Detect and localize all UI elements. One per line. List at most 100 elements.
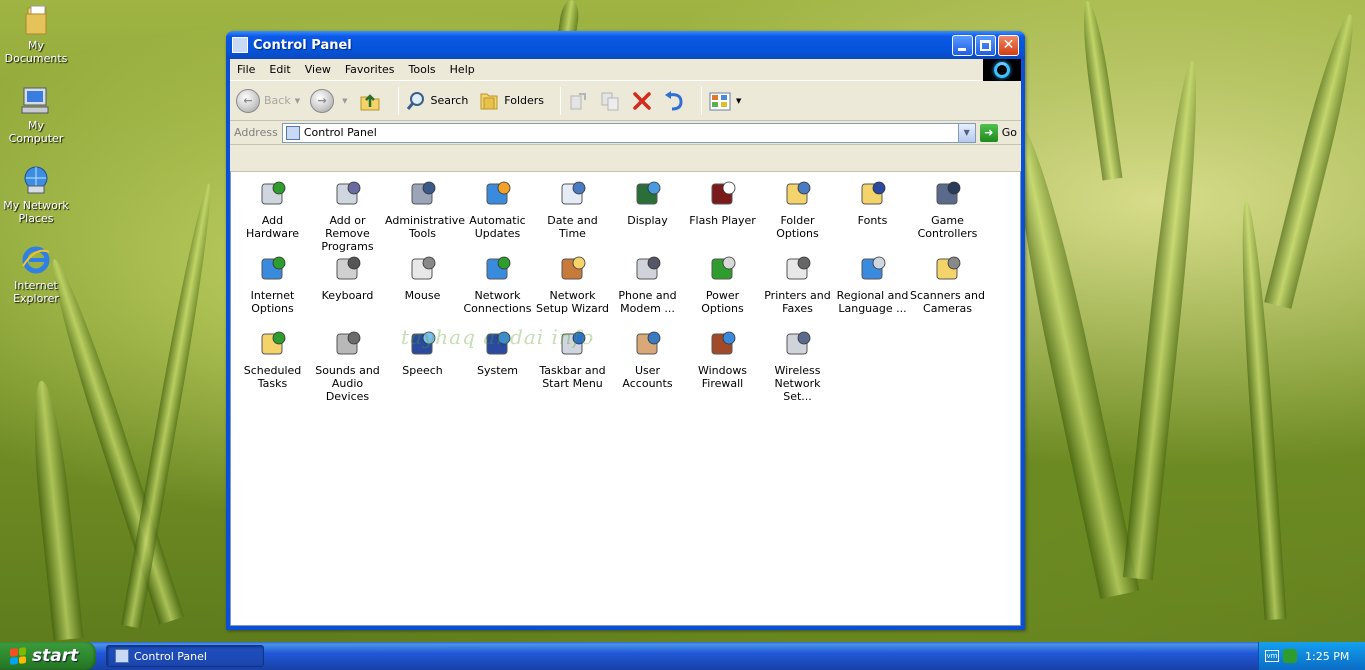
control-panel-item[interactable]: Scanners and Cameras [910,253,985,328]
up-folder-button[interactable] [358,89,382,113]
administrative-tools-icon [407,178,439,210]
menu-view[interactable]: View [298,63,338,76]
menu-file[interactable]: File [230,63,262,76]
delete-icon [633,91,651,110]
control-panel-item[interactable]: Display [610,178,685,253]
control-panel-item[interactable]: Fonts [835,178,910,253]
title-bar[interactable]: Control Panel ✕ [226,31,1025,59]
control-panel-item[interactable]: Automatic Updates [460,178,535,253]
scheduled-tasks-icon [257,328,289,360]
minimize-icon [958,47,966,51]
control-panel-item[interactable]: Windows Firewall [685,328,760,403]
control-panel-item[interactable]: Power Options [685,253,760,328]
close-icon: ✕ [1002,37,1015,53]
control-panel-item[interactable]: Folder Options [760,178,835,253]
taskbar-button-control-panel[interactable]: Control Panel [106,645,264,667]
internet-explorer-icon [20,244,52,276]
desktop-icon-my-network-places[interactable]: My Network Places [0,164,72,225]
control-panel-item[interactable]: Add or Remove Programs [310,178,385,253]
control-panel-item[interactable]: Game Controllers [910,178,985,253]
control-panel-item[interactable]: Mouse [385,253,460,328]
forward-dropdown-icon[interactable]: ▼ [342,97,347,105]
control-panel-item[interactable]: Network Setup Wizard [535,253,610,328]
views-button[interactable]: ▼ [708,90,741,112]
control-panel-item[interactable]: User Accounts [610,328,685,403]
maximize-button[interactable] [975,34,996,56]
control-panel-window[interactable]: Control Panel ✕ File Edit View Favorites… [226,31,1025,630]
fonts-icon [857,178,889,210]
forward-arrow-icon: → [310,88,335,113]
clock[interactable]: 1:25 PM [1305,650,1349,663]
vm-tools-icon[interactable]: vm [1265,650,1279,662]
go-button[interactable]: ➜ Go [979,123,1017,142]
menu-help[interactable]: Help [443,63,482,76]
control-panel-item[interactable]: Keyboard [310,253,385,328]
back-button[interactable]: ← Back ▼ [236,88,300,113]
close-button[interactable]: ✕ [998,34,1019,56]
control-panel-item-label: Administrative Tools [385,214,466,240]
control-panel-item-label: Add Hardware [245,214,300,240]
control-panel-item[interactable]: Phone and Modem ... [610,253,685,328]
automatic-updates-icon [482,178,514,210]
folders-button[interactable]: Folders [478,90,544,112]
control-panel-item[interactable]: Administrative Tools [385,178,466,253]
delete-button[interactable] [631,90,653,112]
address-dropdown-icon[interactable]: ▼ [957,123,975,142]
folders-icon [480,93,498,109]
control-panel-item[interactable]: Wireless Network Set... [760,328,835,403]
system-tray: vm 1:25 PM [1258,642,1365,670]
control-panel-icon [232,37,248,53]
toolbar-separator [397,86,399,115]
control-panel-item[interactable]: Sounds and Audio Devices [310,328,385,403]
regional-language-icon [857,253,889,285]
add-hardware-icon [257,178,289,210]
my-documents-icon [20,4,52,36]
control-panel-item[interactable]: Scheduled Tasks [235,328,310,403]
control-panel-item-label: Add or Remove Programs [321,214,374,253]
minimize-button[interactable] [952,34,973,56]
control-panel-item-label: Display [627,214,668,227]
menu-tools[interactable]: Tools [402,63,443,76]
control-panel-item-label: Automatic Updates [469,214,526,240]
address-value: Control Panel [303,126,377,139]
printers-faxes-icon [782,253,814,285]
control-panel-item[interactable]: Add Hardware [235,178,310,253]
menu-favorites[interactable]: Favorites [338,63,402,76]
control-panel-item[interactable]: Printers and Faxes [760,253,835,328]
internet-options-icon [257,253,289,285]
control-panel-item[interactable]: Date and Time [535,178,610,253]
start-label: start [32,646,79,666]
move-to-button[interactable] [567,90,589,112]
desktop-icon-my-computer[interactable]: My Computer [0,84,72,145]
game-controllers-icon [932,178,964,210]
control-panel-item-label: Fonts [857,214,888,227]
address-input[interactable]: Control Panel ▼ [281,122,976,143]
control-panel-item[interactable]: Internet Options [235,253,310,328]
control-panel-item[interactable]: Flash Player [685,178,760,253]
control-panel-item-label: Wireless Network Set... [774,364,821,403]
back-dropdown-icon[interactable]: ▼ [295,97,300,105]
desktop-icon-internet-explorer[interactable]: Internet Explorer [0,244,72,305]
control-panel-item[interactable]: Regional and Language ... [835,253,910,328]
go-label: Go [1001,126,1017,139]
control-panel-item-label: Internet Options [250,289,295,315]
control-panel-item[interactable]: Network Connections [460,253,535,328]
task-label: Control Panel [134,649,207,663]
forward-button[interactable]: → ▼ [310,88,348,113]
copy-to-button[interactable] [599,90,621,112]
window-title: Control Panel [253,37,352,53]
search-button[interactable]: Search [405,90,468,112]
control-panel-item-label: Scheduled Tasks [243,364,302,390]
power-options-icon [707,253,739,285]
security-shield-icon[interactable] [1283,649,1297,663]
start-button[interactable]: start [0,642,96,670]
network-places-icon [20,164,52,196]
control-panel-item-label: Folder Options [776,214,819,240]
undo-button[interactable] [663,90,685,112]
toolbar: ← Back ▼ → ▼ Search Folders ▼ [230,81,1021,121]
control-panel-item-label: Flash Player [689,214,756,227]
control-panel-item-label: Date and Time [547,214,598,240]
menu-edit[interactable]: Edit [262,63,297,76]
desktop-icon-my-documents[interactable]: My Documents [0,4,72,65]
add-remove-programs-icon [332,178,364,210]
